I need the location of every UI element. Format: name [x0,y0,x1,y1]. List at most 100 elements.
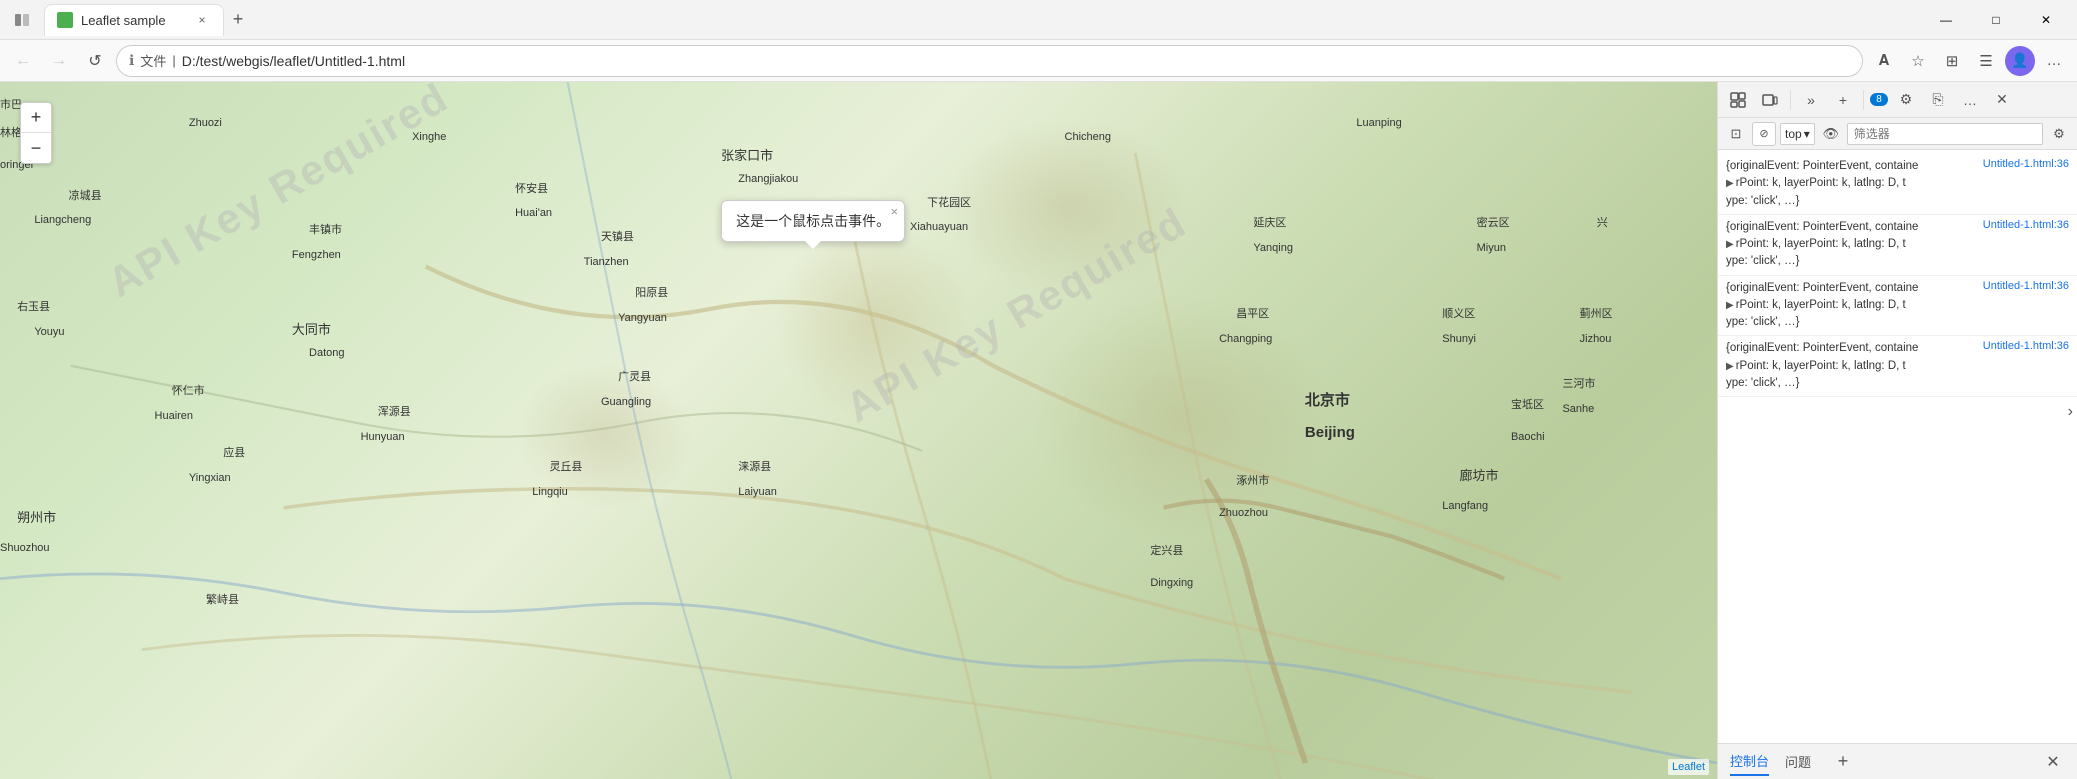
label-yangyuan-cn: 阳原县 [635,284,668,300]
close-window-button[interactable]: ✕ [2023,4,2069,36]
minimize-button[interactable]: — [1923,4,1969,36]
context-label: top [1785,127,1802,141]
forward-button[interactable]: → [44,46,74,76]
notification-badge: 8 [1870,93,1888,106]
read-aloud-button[interactable]: 𝐀 [1869,46,1899,76]
new-tab-button[interactable]: + [224,6,252,34]
label-luanping: Luanping [1356,117,1401,129]
favorites-button[interactable]: ☆ [1903,46,1933,76]
label-huaian-cn: 怀安县 [515,180,548,196]
new-devtools-button[interactable]: + [1829,86,1857,114]
label-top-cn: 市巴 [0,96,22,112]
console-entry-4: Untitled-1.html:36 {originalEvent: Point… [1718,336,2077,397]
label-yanqing-en: Yanqing [1253,242,1293,254]
devtools-panel: » + 8 ⚙ ⎘ … ✕ ⊡ ⊘ top ▾ 👁 [1717,82,2077,779]
label-shunyi-en: Shunyi [1442,333,1476,345]
label-laiyuan-cn: 涞源县 [738,458,771,474]
right-chevron-icon[interactable]: › [2068,403,2073,421]
label-dingxing-cn: 定兴县 [1150,542,1183,558]
device-emulation-button[interactable] [1756,86,1784,114]
issues-tab[interactable]: 问题 [1785,748,1811,775]
chevron-row: › [1718,397,2077,427]
console-expandable-4[interactable]: ▶rPoint: k, layerPoint: k, latlng: D, t [1726,358,2069,375]
console-output[interactable]: Untitled-1.html:36 {originalEvent: Point… [1718,150,2077,743]
label-hunyuan-cn: 浑源县 [378,403,411,419]
label-zhangjiakou: 张家口市 [721,145,773,164]
navigation-bar: ← → ↺ ℹ 文件 | 𝐀 ☆ ⊞ ☰ 👤 … [0,40,2077,82]
label-sanhe-cn: 三河市 [1562,375,1595,391]
zoom-in-button[interactable]: + [21,103,51,133]
label-langfang-cn: 廊坊市 [1459,465,1498,484]
devtools-more-button[interactable]: … [1956,86,1984,114]
filter-settings-button[interactable]: ⚙ [2047,122,2071,146]
label-huaian-en: Huai'an [515,207,552,219]
settings-more-button[interactable]: … [2039,46,2069,76]
label-fanshi-cn: 繁峙县 [206,591,239,607]
label-zhuozhou-cn: 涿州市 [1236,472,1269,488]
console-link-1[interactable]: Untitled-1.html:36 [1983,158,2069,170]
profile-button[interactable]: 👤 [2005,46,2035,76]
console-subtext-1: ype: 'click', …} [1726,193,2069,210]
console-link-4[interactable]: Untitled-1.html:36 [1983,340,2069,352]
label-yingxian-en: Yingxian [189,472,231,484]
console-subtext-2: ype: 'click', …} [1726,253,2069,270]
label-shuozhou-en: Shuozhou [0,542,50,554]
devtools-share-button[interactable]: ⎘ [1924,86,1952,114]
label-liangcheng-en: Liangcheng [34,214,91,226]
leaflet-attribution: Leaflet [1668,759,1709,775]
tab-close-button[interactable]: × [193,11,211,29]
expand-arrow-1: ▶ [1726,178,1734,189]
popup-close-button[interactable]: × [891,205,899,218]
label-xiahuayuan-en: Xiahuayuan [910,221,968,233]
devtools-toolbar-1: » + 8 ⚙ ⎘ … ✕ [1718,82,2077,118]
address-bar-container[interactable]: ℹ 文件 | [116,45,1863,77]
console-link-2[interactable]: Untitled-1.html:36 [1983,219,2069,231]
console-link-3[interactable]: Untitled-1.html:36 [1983,280,2069,292]
favorites-bar-button[interactable]: ⊞ [1937,46,1967,76]
label-yingxian-cn: 应县 [223,444,245,460]
zoom-out-button[interactable]: − [21,133,51,163]
back-button[interactable]: ← [8,46,38,76]
context-dropdown[interactable]: top ▾ [1780,123,1815,145]
console-expandable-3[interactable]: ▶rPoint: k, layerPoint: k, latlng: D, t [1726,297,2069,314]
console-expandable-1[interactable]: ▶rPoint: k, layerPoint: k, latlng: D, t [1726,175,2069,192]
devtools-settings-button[interactable]: ⚙ [1892,86,1920,114]
devtools-close-button[interactable]: ✕ [1988,86,2016,114]
label-lingqiu-en: Lingqiu [532,486,567,498]
devtools-bottom-bar: 控制台 问题 + ✕ [1718,743,2077,779]
label-shuozhou-cn: 朔州市 [17,507,56,526]
zoom-controls: + − [20,102,52,164]
console-entry-1: Untitled-1.html:36 {originalEvent: Point… [1718,154,2077,215]
active-tab[interactable]: Leaflet sample × [44,4,224,36]
leaflet-link[interactable]: Leaflet [1672,761,1705,773]
close-devtools-bottom-button[interactable]: ✕ [2041,750,2065,774]
more-tools-button[interactable]: » [1797,86,1825,114]
inspect-element-button[interactable] [1724,86,1752,114]
label-beijing-cn: 北京市 [1305,389,1350,410]
map-container[interactable]: 张家口市 Zhangjiakou Chicheng Luanping 怀安县 H… [0,82,1717,779]
window-controls: — □ ✕ [1923,4,2069,36]
tab-bar: Leaflet sample × + [44,4,1915,36]
label-sanhe-en: Sanhe [1562,403,1594,415]
label-miyun-en: Miyun [1477,242,1506,254]
console-tab[interactable]: 控制台 [1730,747,1769,776]
label-fengzhen-cn: 丰镇市 [309,221,342,237]
separator-2 [1863,90,1864,110]
label-xing-cn: 兴 [1597,214,1608,230]
filter-input[interactable] [1847,123,2043,145]
tab-title: Leaflet sample [81,13,185,28]
add-panel-button[interactable]: + [1831,750,1855,774]
eye-button[interactable]: 👁 [1819,122,1843,146]
collections-button[interactable]: ☰ [1971,46,2001,76]
label-baochi-cn: 宝坻区 [1511,396,1544,412]
console-expandable-2[interactable]: ▶rPoint: k, layerPoint: k, latlng: D, t [1726,236,2069,253]
label-shunyi-cn: 顺义区 [1442,305,1475,321]
sidebar-toggle-button[interactable] [8,6,36,34]
devtools-toolbar-2: ⊡ ⊘ top ▾ 👁 ⚙ [1718,118,2077,150]
separator: | [172,53,175,68]
maximize-button[interactable]: □ [1973,4,2019,36]
address-input[interactable] [182,53,1850,69]
no-filter-button[interactable]: ⊘ [1752,122,1776,146]
context-selector-button[interactable]: ⊡ [1724,122,1748,146]
refresh-button[interactable]: ↺ [80,46,110,76]
